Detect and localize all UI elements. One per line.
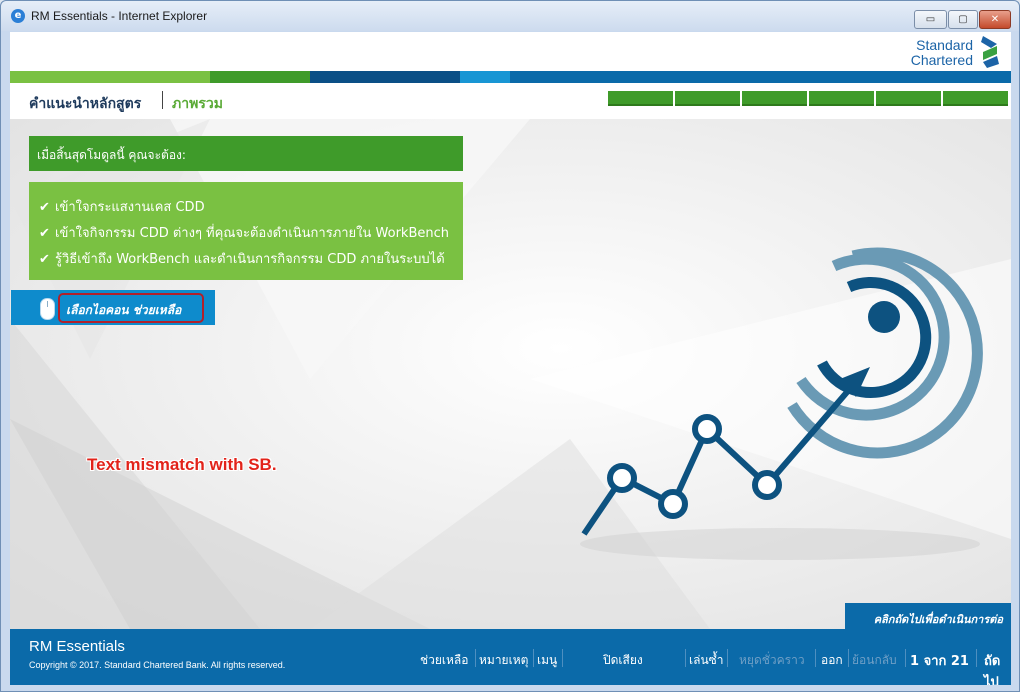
objective-text: เข้าใจกระแสงานเคส CDD bbox=[55, 200, 205, 215]
help-prompt[interactable]: เลือกไอคอน ช่วยเหลือ bbox=[11, 290, 215, 325]
footer-copyright: Copyright © 2017. Standard Chartered Ban… bbox=[29, 660, 286, 670]
breadcrumb-separator bbox=[162, 91, 163, 109]
list-item: ✔ เข้าใจกิจกรรม CDD ต่างๆ ที่คุณจะต้องดำเ… bbox=[39, 222, 449, 242]
nav-divider bbox=[976, 649, 977, 667]
review-annotation: Text mismatch with SB. bbox=[87, 455, 277, 474]
brand-line-1: Standard bbox=[916, 37, 973, 53]
back-button[interactable]: ย้อนกลับ bbox=[852, 651, 897, 670]
course-content: Standard Chartered คำแนะนำหลักสูตร ภาพรว… bbox=[10, 32, 1011, 685]
mouse-icon bbox=[40, 298, 55, 320]
nav-divider bbox=[727, 649, 728, 667]
breadcrumb-course: คำแนะนำหลักสูตร bbox=[29, 96, 142, 112]
nav-divider bbox=[533, 649, 534, 667]
standard-chartered-logo bbox=[981, 36, 999, 68]
brand-line-2: Chartered bbox=[910, 52, 973, 68]
objectives-heading: เมื่อสิ้นสุดโมดูลนี้ คุณจะต้อง: bbox=[29, 136, 463, 171]
player-footer: RM Essentials Copyright © 2017. Standard… bbox=[10, 629, 1011, 685]
browser-window: e RM Essentials - Internet Explorer ▭ ▢ … bbox=[0, 0, 1020, 692]
mute-button[interactable]: ปิดเสียง bbox=[603, 651, 643, 670]
breadcrumb-section: ภาพรวม bbox=[172, 96, 223, 112]
help-prompt-label: เลือกไอคอน ช่วยเหลือ bbox=[66, 303, 182, 317]
minimize-icon: ▭ bbox=[925, 14, 936, 25]
maximize-button[interactable]: ▢ bbox=[948, 10, 978, 29]
close-icon: ✕ bbox=[990, 14, 1000, 25]
next-hint: คลิกถัดไปเพื่อดำเนินการต่อ bbox=[845, 603, 1011, 629]
nav-divider bbox=[562, 649, 563, 667]
nav-divider bbox=[685, 649, 686, 667]
nav-divider bbox=[815, 649, 816, 667]
title-bar: e RM Essentials - Internet Explorer ▭ ▢ … bbox=[1, 1, 1019, 31]
help-button[interactable]: ช่วยเหลือ bbox=[420, 651, 469, 670]
maximize-icon: ▢ bbox=[958, 14, 968, 25]
notes-button[interactable]: หมายเหตุ bbox=[479, 651, 528, 670]
brand-name: Standard Chartered bbox=[873, 38, 973, 68]
check-icon: ✔ bbox=[39, 226, 50, 241]
exit-button[interactable]: ออก bbox=[821, 651, 843, 670]
window-title: RM Essentials - Internet Explorer bbox=[31, 9, 208, 23]
minimize-button[interactable]: ▭ bbox=[914, 10, 947, 29]
objectives-list: ✔ เข้าใจกระแสงานเคส CDD ✔ เข้าใจกิจกรรม CD… bbox=[29, 182, 463, 280]
list-item: ✔ เข้าใจกระแสงานเคส CDD bbox=[39, 196, 205, 216]
target-growth-graphic bbox=[581, 247, 983, 536]
check-icon: ✔ bbox=[39, 252, 50, 267]
brand-color-bar bbox=[10, 71, 1011, 83]
objective-text: รู้วิธีเข้าถึง WorkBench และดำเนินการกิจ… bbox=[55, 252, 445, 267]
objectives-heading-text: เมื่อสิ้นสุดโมดูลนี้ คุณจะต้อง: bbox=[37, 148, 186, 162]
page-indicator: 1 จาก 21 bbox=[910, 654, 969, 669]
nav-divider bbox=[475, 649, 476, 667]
next-button[interactable]: ถัดไป bbox=[984, 650, 1011, 685]
nav-divider bbox=[905, 649, 906, 667]
objective-text: เข้าใจกิจกรรม CDD ต่างๆ ที่คุณจะต้องดำเน… bbox=[55, 226, 450, 241]
course-header: คำแนะนำหลักสูตร ภาพรวม bbox=[10, 83, 1011, 119]
footer-course-title: RM Essentials bbox=[29, 638, 125, 655]
next-hint-text: คลิกถัดไปเพื่อดำเนินการต่อ bbox=[873, 613, 1003, 626]
pause-button[interactable]: หยุดชั่วคราว bbox=[739, 651, 805, 670]
replay-button[interactable]: เล่นซ้ำ bbox=[689, 651, 724, 670]
ie-icon: e bbox=[11, 9, 25, 23]
check-icon: ✔ bbox=[39, 200, 50, 215]
list-item: ✔ รู้วิธีเข้าถึง WorkBench และดำเนินการกิ… bbox=[39, 248, 445, 268]
progress-indicator bbox=[608, 91, 1008, 106]
chart-line-icon bbox=[581, 367, 870, 536]
close-button[interactable]: ✕ bbox=[979, 10, 1011, 29]
slide-stage: เมื่อสิ้นสุดโมดูลนี้ คุณจะต้อง: ✔ เข้าใจก… bbox=[10, 119, 1011, 629]
menu-button[interactable]: เมนู bbox=[537, 651, 557, 670]
help-prompt-highlight: เลือกไอคอน ช่วยเหลือ bbox=[58, 293, 204, 323]
nav-divider bbox=[848, 649, 849, 667]
